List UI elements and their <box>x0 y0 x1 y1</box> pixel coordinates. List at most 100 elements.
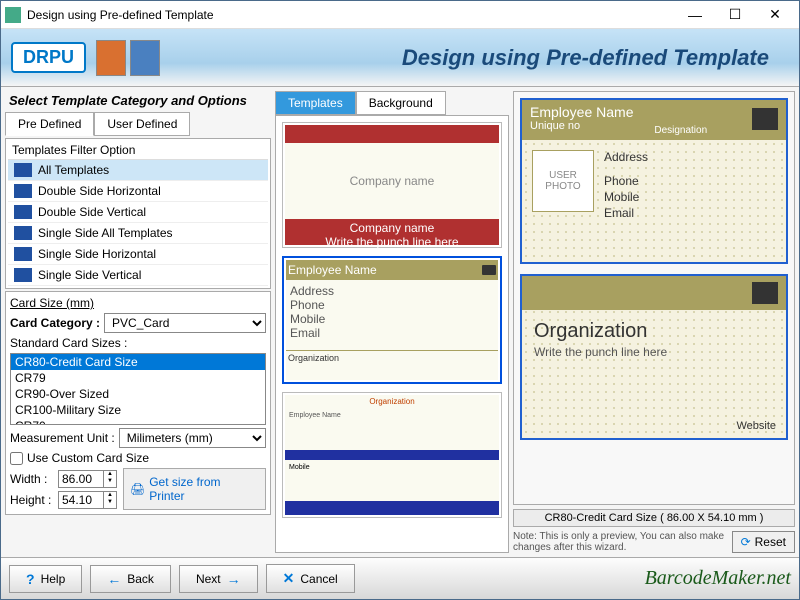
note-row: Note: This is only a preview, You can al… <box>513 531 795 553</box>
size-option[interactable]: CR79 <box>11 370 265 386</box>
height-input[interactable] <box>59 492 103 508</box>
reset-button[interactable]: ⟳ Reset <box>732 531 795 553</box>
right-panel: Employee Name Unique no Designation USER… <box>513 91 795 553</box>
designation: Designation <box>654 125 707 136</box>
user-photo: USER PHOTO <box>532 150 594 212</box>
up-icon[interactable]: ▲ <box>104 492 116 499</box>
height-spinner[interactable]: ▲▼ <box>58 491 117 509</box>
filter-label: Double Side Vertical <box>38 205 146 219</box>
bus-icon <box>752 108 778 130</box>
get-size-button[interactable]: 🖨 Get size from Printer <box>123 468 266 510</box>
template-thumb-3[interactable]: Organization Employee Name Mobile <box>282 392 502 518</box>
main-area: Select Template Category and Options Pre… <box>1 87 799 557</box>
cancel-label: Cancel <box>300 572 337 586</box>
std-sizes-label: Standard Card Sizes : <box>10 336 266 350</box>
tab-templates[interactable]: Templates <box>275 91 356 115</box>
template-icon <box>14 226 32 240</box>
template-icon <box>14 163 32 177</box>
card-body: USER PHOTO Address Phone Mobile Email <box>522 140 786 230</box>
center-tabs: Templates Background <box>275 91 509 115</box>
template-thumb-1[interactable]: Company name Company nameWrite the punch… <box>282 122 502 248</box>
refresh-icon: ⟳ <box>741 535 751 549</box>
custom-size-row: Use Custom Card Size <box>10 451 266 465</box>
template-preview: Employee Name AddressPhoneMobileEmail Or… <box>286 260 498 380</box>
bus-icon <box>482 265 496 275</box>
card-fields: Address Phone Mobile Email <box>604 150 648 220</box>
filter-single-all[interactable]: Single Side All Templates <box>8 223 268 244</box>
back-button[interactable]: ←Back <box>90 565 171 593</box>
size-option[interactable]: CR90-Over Sized <box>11 386 265 402</box>
card-size-panel: Card Size (mm) Card Category : PVC_Card … <box>5 291 271 515</box>
help-button[interactable]: ?Help <box>9 565 82 593</box>
filter-single-vertical[interactable]: Single Side Vertical <box>8 265 268 286</box>
card-header: Employee Name Unique no Designation <box>522 100 786 140</box>
card-size-title: Card Size (mm) <box>10 296 266 310</box>
tab-user-defined[interactable]: User Defined <box>94 112 190 136</box>
close-button[interactable]: ✕ <box>755 3 795 27</box>
template-icon <box>14 184 32 198</box>
footer: ?Help ←Back Next→ ✕Cancel BarcodeMaker.n… <box>1 557 799 599</box>
filter-list: All Templates Double Side Horizontal Dou… <box>8 160 268 286</box>
punch-line: Write the punch line here <box>522 345 786 359</box>
employee-name: Employee Name <box>530 104 634 120</box>
address-label: Address <box>604 150 648 164</box>
size-option[interactable]: CR70 <box>11 418 265 425</box>
width-label: Width : <box>10 472 54 486</box>
preview-front: Employee Name Unique no Designation USER… <box>520 98 788 264</box>
website-label: Website <box>736 420 776 432</box>
minimize-button[interactable]: — <box>675 3 715 27</box>
close-icon: ✕ <box>283 570 295 587</box>
next-button[interactable]: Next→ <box>179 565 258 593</box>
template-preview: Organization Employee Name Mobile <box>285 395 499 515</box>
filter-single-horizontal[interactable]: Single Side Horizontal <box>8 244 268 265</box>
arrow-left-icon: ← <box>107 571 121 587</box>
category-row: Card Category : PVC_Card <box>10 313 266 333</box>
tab-pre-defined[interactable]: Pre Defined <box>5 112 94 136</box>
height-row: Height : ▲▼ <box>10 491 117 509</box>
filter-panel: Templates Filter Option All Templates Do… <box>5 138 271 289</box>
width-spinner[interactable]: ▲▼ <box>58 470 117 488</box>
templates-list[interactable]: Company name Company nameWrite the punch… <box>275 115 509 553</box>
up-icon[interactable]: ▲ <box>104 471 116 478</box>
unique-no: Unique no <box>530 120 634 132</box>
card-icons <box>96 40 160 76</box>
organization: Organization <box>522 310 786 345</box>
size-option[interactable]: CR100-Military Size <box>11 402 265 418</box>
width-row: Width : ▲▼ <box>10 470 117 488</box>
filter-all-templates[interactable]: All Templates <box>8 160 268 181</box>
template-icon <box>14 247 32 261</box>
arrow-right-icon: → <box>227 571 241 587</box>
size-option[interactable]: CR80-Credit Card Size <box>11 354 265 370</box>
custom-size-label: Use Custom Card Size <box>27 451 149 465</box>
width-input[interactable] <box>59 471 103 487</box>
header-title: Design using Pre-defined Template <box>180 45 789 71</box>
bus-icon <box>752 282 778 304</box>
category-select[interactable]: PVC_Card <box>104 313 266 333</box>
custom-size-checkbox[interactable] <box>10 452 23 465</box>
filter-double-vertical[interactable]: Double Side Vertical <box>8 202 268 223</box>
id-card-icon <box>96 40 126 76</box>
titlebar: Design using Pre-defined Template — ☐ ✕ <box>1 1 799 29</box>
filter-double-horizontal[interactable]: Double Side Horizontal <box>8 181 268 202</box>
get-size-label: Get size from Printer <box>149 475 259 503</box>
center-panel: Templates Background Company name Compan… <box>275 91 509 553</box>
email-label: Email <box>604 206 648 220</box>
tab-background[interactable]: Background <box>356 91 446 115</box>
phone-label: Phone <box>604 174 648 188</box>
maximize-button[interactable]: ☐ <box>715 3 755 27</box>
logo: DRPU <box>11 42 86 73</box>
mobile-label: Mobile <box>604 190 648 204</box>
category-tabs: Pre Defined User Defined <box>5 112 271 136</box>
help-label: Help <box>41 572 66 586</box>
unit-select[interactable]: Milimeters (mm) <box>119 428 266 448</box>
cancel-button[interactable]: ✕ Cancel <box>266 564 355 593</box>
template-thumb-2[interactable]: Employee Name AddressPhoneMobileEmail Or… <box>282 256 502 384</box>
size-list[interactable]: CR80-Credit Card Size CR79 CR90-Over Siz… <box>10 353 266 425</box>
template-preview: Company name Company nameWrite the punch… <box>285 125 499 245</box>
down-icon[interactable]: ▼ <box>104 499 116 506</box>
down-icon[interactable]: ▼ <box>104 478 116 485</box>
app-icon <box>5 7 21 23</box>
filter-label: Single Side All Templates <box>38 226 173 240</box>
filter-title: Templates Filter Option <box>8 141 268 160</box>
reset-label: Reset <box>755 535 786 549</box>
